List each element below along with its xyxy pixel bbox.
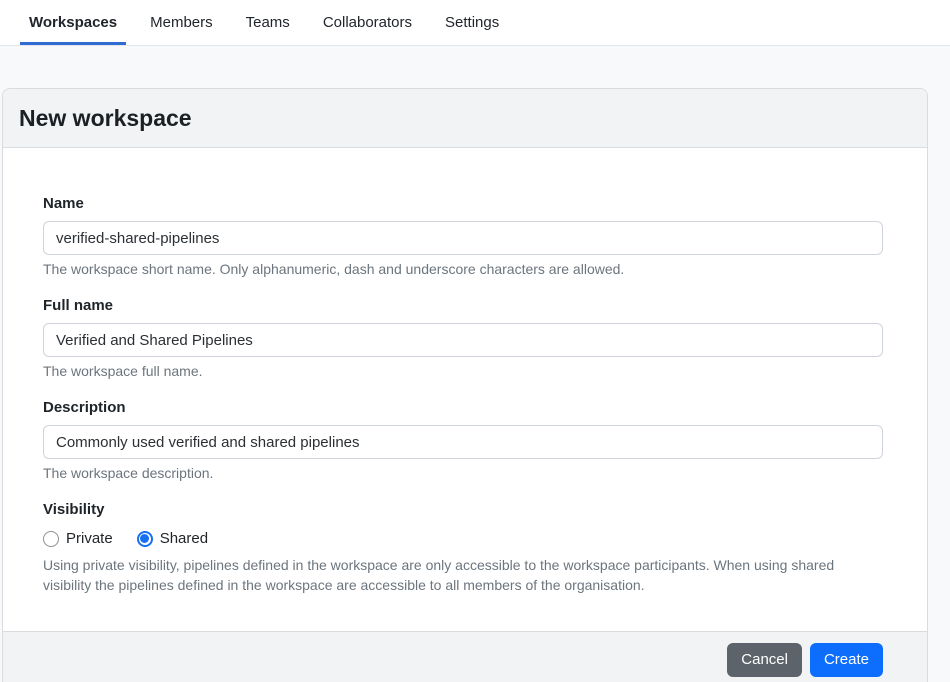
new-workspace-panel: New workspace Name The workspace short n… bbox=[2, 88, 928, 682]
tab-workspaces[interactable]: Workspaces bbox=[20, 0, 127, 45]
visibility-label: Visibility bbox=[43, 501, 105, 518]
panel-header: New workspace bbox=[3, 89, 927, 148]
org-tab-bar: Workspaces Members Teams Collaborators S… bbox=[0, 0, 950, 46]
radio-unchecked-icon[interactable] bbox=[43, 530, 59, 547]
description-label: Description bbox=[43, 399, 126, 416]
full-name-input[interactable] bbox=[43, 323, 883, 357]
name-input[interactable] bbox=[43, 221, 883, 255]
full-name-label: Full name bbox=[43, 297, 114, 314]
visibility-option-private[interactable]: Private bbox=[43, 530, 113, 547]
visibility-radio-group: Private Shared bbox=[43, 530, 883, 547]
visibility-option-shared-label: Shared bbox=[159, 530, 209, 547]
radio-checked-icon[interactable] bbox=[136, 530, 153, 547]
description-help-text: The workspace description. bbox=[43, 465, 214, 481]
full-name-help-text: The workspace full name. bbox=[43, 363, 203, 379]
visibility-field-group: Visibility Private Shared Using private … bbox=[43, 501, 883, 595]
new-workspace-form: Name The workspace short name. Only alph… bbox=[3, 148, 927, 631]
name-field-group: Name The workspace short name. Only alph… bbox=[43, 195, 883, 277]
page-title: New workspace bbox=[19, 105, 192, 131]
tab-members[interactable]: Members bbox=[141, 0, 222, 45]
description-field-group: Description The workspace description. bbox=[43, 399, 883, 481]
tab-settings[interactable]: Settings bbox=[436, 0, 508, 45]
description-input[interactable] bbox=[43, 425, 883, 459]
visibility-option-private-label: Private bbox=[66, 530, 113, 547]
cancel-button[interactable]: Cancel bbox=[727, 643, 802, 677]
visibility-help-text: Using private visibility, pipelines defi… bbox=[43, 557, 835, 593]
name-help-text: The workspace short name. Only alphanume… bbox=[43, 261, 625, 277]
tab-teams[interactable]: Teams bbox=[237, 0, 299, 45]
name-label: Name bbox=[43, 195, 84, 212]
create-button[interactable]: Create bbox=[809, 643, 883, 677]
page-background: New workspace Name The workspace short n… bbox=[0, 46, 950, 682]
panel-footer: Cancel Create bbox=[3, 631, 927, 682]
tab-collaborators[interactable]: Collaborators bbox=[314, 0, 421, 45]
full-name-field-group: Full name The workspace full name. bbox=[43, 297, 883, 379]
visibility-option-shared[interactable]: Shared bbox=[136, 530, 209, 547]
